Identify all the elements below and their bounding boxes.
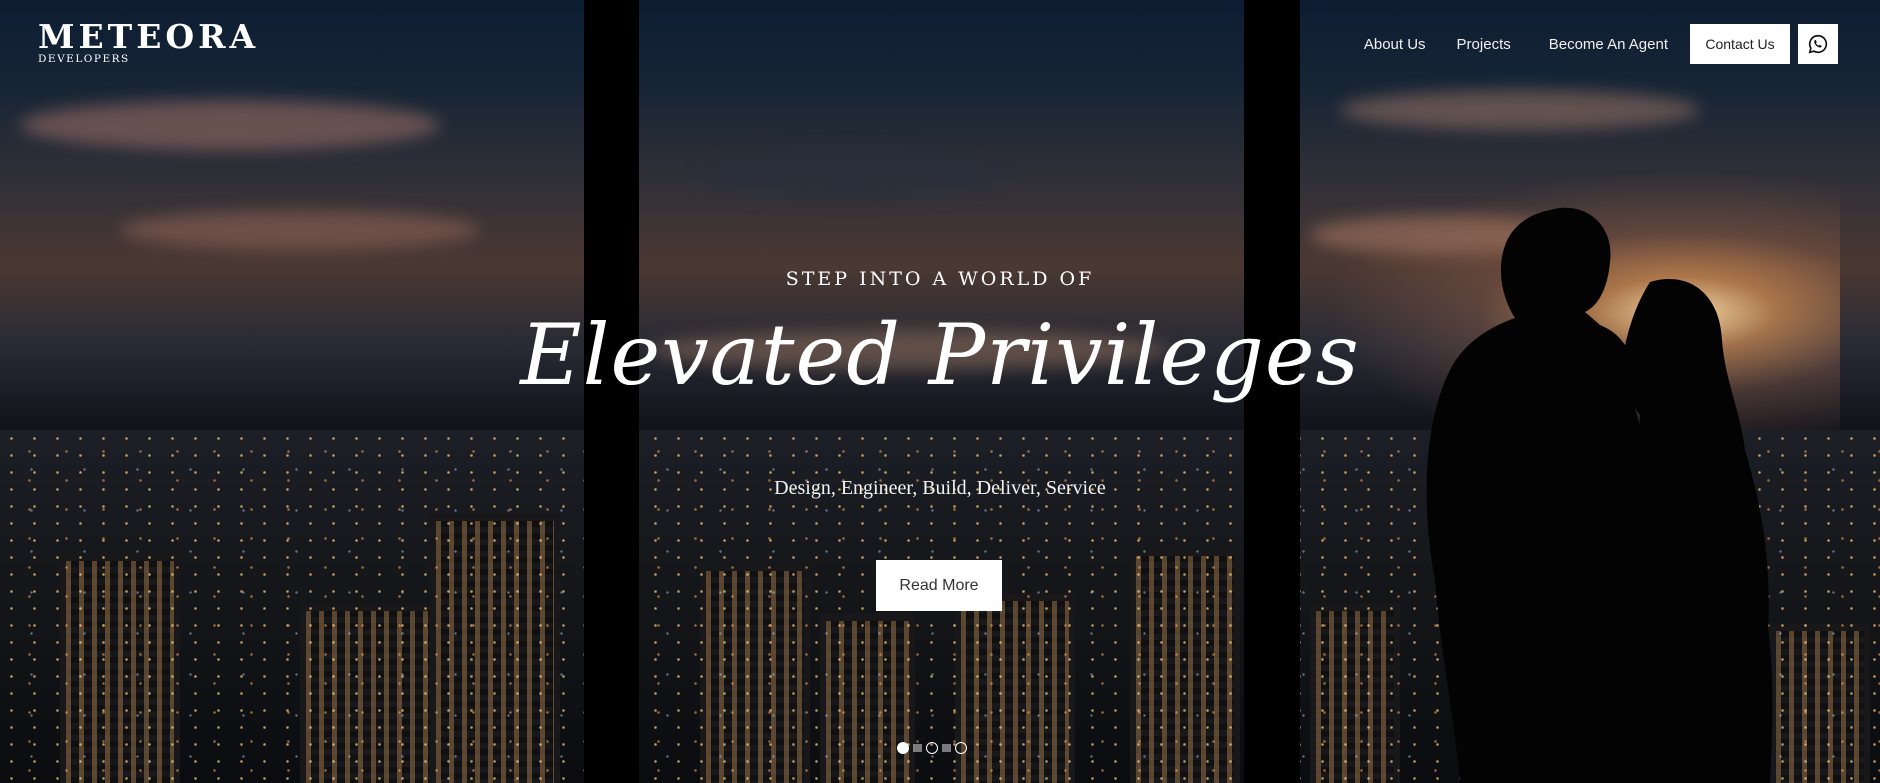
hero-script-title: Elevated Privileges [520, 306, 1360, 404]
nav-about-us[interactable]: About Us [1364, 36, 1426, 53]
whatsapp-button[interactable] [1798, 24, 1838, 64]
contact-us-button[interactable]: Contact Us [1690, 24, 1790, 64]
nav-projects[interactable]: Projects [1457, 36, 1511, 53]
read-more-button[interactable]: Read More [876, 560, 1002, 611]
logo-name: METEORA [38, 17, 260, 56]
slider-pagination [897, 742, 967, 754]
slide-separator [942, 744, 951, 752]
slide-dot-1[interactable] [897, 742, 909, 754]
slide-dot-3[interactable] [955, 742, 967, 754]
main-nav: About Us Projects Become An Agent Contac… [1364, 24, 1838, 64]
slide-dot-2[interactable] [926, 742, 938, 754]
hero-tagline: Design, Engineer, Build, Deliver, Servic… [774, 477, 1106, 499]
slide-separator [913, 744, 922, 752]
whatsapp-icon [1808, 34, 1828, 54]
logo[interactable]: METEORA DEVELOPERS [38, 17, 260, 66]
hero-overline: STEP INTO A WORLD OF [785, 268, 1095, 290]
nav-become-agent[interactable]: Become An Agent [1549, 36, 1668, 53]
